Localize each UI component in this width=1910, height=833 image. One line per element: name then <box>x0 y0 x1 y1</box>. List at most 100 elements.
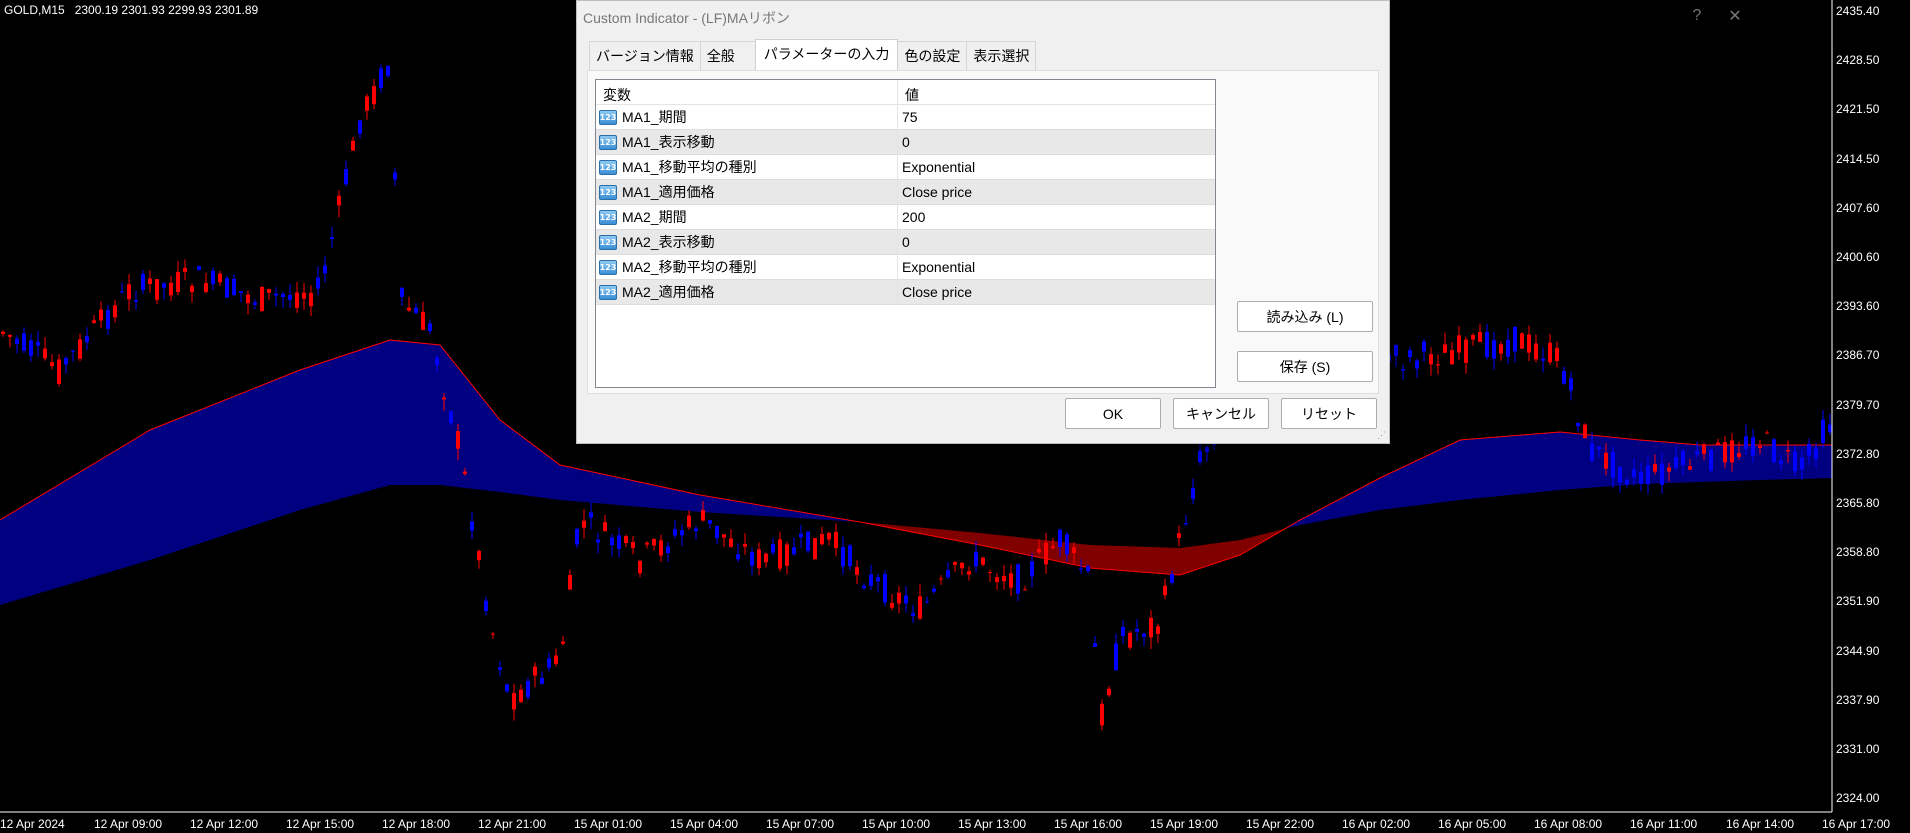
parameter-value[interactable]: 0 <box>898 134 1215 150</box>
reset-button[interactable]: リセット <box>1281 398 1377 429</box>
price-tick-label: 2351.90 <box>1836 594 1880 609</box>
time-tick-label: 15 Apr 01:00 <box>574 817 643 831</box>
price-tick-label: 2421.50 <box>1836 102 1880 117</box>
parameter-value[interactable]: 200 <box>898 209 1215 225</box>
integer-type-icon: 123 <box>599 159 617 175</box>
time-tick-label: 16 Apr 14:00 <box>1726 817 1795 831</box>
parameter-name: MA2_期間 <box>622 209 687 225</box>
integer-type-icon: 123 <box>599 259 617 275</box>
price-tick-label: 2400.60 <box>1836 250 1880 264</box>
integer-type-icon: 123 <box>599 134 617 150</box>
parameter-value[interactable]: Exponential <box>898 159 1215 175</box>
tab-version-info[interactable]: バージョン情報 <box>589 41 701 71</box>
cancel-button[interactable]: キャンセル <box>1173 398 1269 429</box>
resize-grip-icon[interactable]: ⋰ <box>1377 430 1386 441</box>
time-tick-label: 15 Apr 10:00 <box>862 817 931 831</box>
time-tick-label: 12 Apr 21:00 <box>478 817 547 831</box>
price-tick-label: 2331.00 <box>1836 742 1880 756</box>
price-tick-label: 2379.70 <box>1836 397 1880 412</box>
parameter-value[interactable]: 75 <box>898 109 1215 125</box>
price-tick-label: 2414.50 <box>1836 151 1880 166</box>
dialog-title: Custom Indicator - (LF)MAリボン <box>583 10 790 26</box>
time-tick-label: 12 Apr 09:00 <box>94 817 163 831</box>
variable-column-header[interactable]: 変数 <box>596 80 898 104</box>
time-tick-label: 16 Apr 17:00 <box>1822 817 1891 831</box>
parameter-row[interactable]: 123 MA1_表示移動 0 <box>596 130 1215 155</box>
dialog-titlebar[interactable]: Custom Indicator - (LF)MAリボン ? ✕ <box>577 1 1742 31</box>
parameter-row[interactable]: 123 MA1_移動平均の種別 Exponential <box>596 155 1215 180</box>
time-tick-label: 12 Apr 12:00 <box>190 817 259 831</box>
price-tick-label: 2337.90 <box>1836 692 1880 707</box>
price-tick-label: 2393.60 <box>1836 299 1880 314</box>
parameter-name: MA1_表示移動 <box>622 134 715 150</box>
time-tick-label: 16 Apr 05:00 <box>1438 817 1507 831</box>
chart-symbol: GOLD,M15 <box>4 3 65 17</box>
tab-general[interactable]: 全般 <box>699 41 756 71</box>
parameter-name-cell: 123 MA1_期間 <box>596 105 898 129</box>
price-tick-label: 2358.80 <box>1836 545 1880 560</box>
integer-type-icon: 123 <box>599 284 617 300</box>
price-tick-label: 2365.80 <box>1836 496 1880 510</box>
parameter-name: MA2_表示移動 <box>622 234 715 250</box>
tab-visualization[interactable]: 表示選択 <box>966 41 1037 71</box>
integer-type-icon: 123 <box>599 109 617 125</box>
ok-button[interactable]: OK <box>1065 398 1161 429</box>
price-tick-label: 2428.50 <box>1836 53 1880 68</box>
parameter-row[interactable]: 123 MA2_移動平均の種別 Exponential <box>596 255 1215 280</box>
time-tick-label: 16 Apr 02:00 <box>1342 817 1411 831</box>
custom-indicator-dialog: Custom Indicator - (LF)MAリボン ? ✕ バージョン情報… <box>576 0 1742 444</box>
parameter-row[interactable]: 123 MA1_期間 75 <box>596 105 1215 130</box>
parameter-value[interactable]: 0 <box>898 234 1215 250</box>
close-icon[interactable]: ✕ <box>1717 4 1753 28</box>
parameter-name-cell: 123 MA1_移動平均の種別 <box>596 155 898 179</box>
chart-ohlc: 2300.19 2301.93 2299.93 2301.89 <box>74 3 259 17</box>
save-button[interactable]: 保存 (S) <box>1237 351 1373 382</box>
parameter-row[interactable]: 123 MA2_期間 200 <box>596 205 1215 230</box>
time-tick-label: 15 Apr 19:00 <box>1150 817 1219 831</box>
parameter-value[interactable]: Exponential <box>898 259 1215 275</box>
parameter-name: MA2_移動平均の種別 <box>622 259 757 275</box>
parameter-name-cell: 123 MA2_移動平均の種別 <box>596 255 898 279</box>
dialog-tabs: バージョン情報 全般 パラメーターの入力 色の設定 表示選択 <box>589 39 1037 72</box>
parameter-name-cell: 123 MA1_適用価格 <box>596 180 898 204</box>
price-tick-label: 2407.60 <box>1836 200 1880 215</box>
grid-header: 変数 値 <box>596 80 1215 105</box>
parameters-panel: 変数 値 123 MA1_期間 75 123 MA1_表示移動 0 123 MA1_移動平均の… <box>587 70 1379 394</box>
parameter-row[interactable]: 123 MA1_適用価格 Close price <box>596 180 1215 205</box>
time-tick-label: 15 Apr 04:00 <box>670 817 739 831</box>
price-tick-label: 2344.90 <box>1836 643 1880 658</box>
load-button[interactable]: 読み込み (L) <box>1237 301 1373 332</box>
time-tick-label: 15 Apr 22:00 <box>1246 817 1315 831</box>
integer-type-icon: 123 <box>599 184 617 200</box>
parameter-name: MA1_移動平均の種別 <box>622 159 757 175</box>
tab-color-settings[interactable]: 色の設定 <box>897 41 968 71</box>
time-tick-label: 12 Apr 18:00 <box>382 817 451 831</box>
value-column-header[interactable]: 値 <box>898 80 1215 104</box>
parameter-name: MA2_適用価格 <box>622 284 715 300</box>
time-tick-label: 12 Apr 2024 <box>0 817 65 831</box>
help-icon[interactable]: ? <box>1679 4 1715 28</box>
parameter-value[interactable]: Close price <box>898 184 1215 200</box>
parameter-row[interactable]: 123 MA2_適用価格 Close price <box>596 280 1215 305</box>
parameter-row[interactable]: 123 MA2_表示移動 0 <box>596 230 1215 255</box>
time-tick-label: 15 Apr 07:00 <box>766 817 835 831</box>
time-tick-label: 15 Apr 13:00 <box>958 817 1027 831</box>
chart-header: GOLD,M15 2300.19 2301.93 2299.93 2301.89 <box>4 3 258 17</box>
parameter-name-cell: 123 MA2_期間 <box>596 205 898 229</box>
time-tick-label: 15 Apr 16:00 <box>1054 817 1123 831</box>
parameter-name: MA1_適用価格 <box>622 184 715 200</box>
parameter-name-cell: 123 MA2_表示移動 <box>596 230 898 254</box>
price-tick-label: 2386.70 <box>1836 348 1880 363</box>
parameter-rows: 123 MA1_期間 75 123 MA1_表示移動 0 123 MA1_移動平均の種別 Exp… <box>596 105 1215 305</box>
tab-input-parameters[interactable]: パラメーターの入力 <box>754 39 899 72</box>
price-tick-label: 2372.80 <box>1836 446 1880 461</box>
parameters-grid: 変数 値 123 MA1_期間 75 123 MA1_表示移動 0 123 MA1_移動平均の… <box>595 79 1216 388</box>
time-tick-label: 16 Apr 08:00 <box>1534 817 1603 831</box>
price-tick-label: 2324.00 <box>1836 791 1880 806</box>
parameter-name-cell: 123 MA1_表示移動 <box>596 130 898 154</box>
time-tick-label: 16 Apr 11:00 <box>1630 817 1698 831</box>
parameter-name-cell: 123 MA2_適用価格 <box>596 280 898 304</box>
parameter-value[interactable]: Close price <box>898 284 1215 300</box>
integer-type-icon: 123 <box>599 234 617 250</box>
parameter-name: MA1_期間 <box>622 109 687 125</box>
